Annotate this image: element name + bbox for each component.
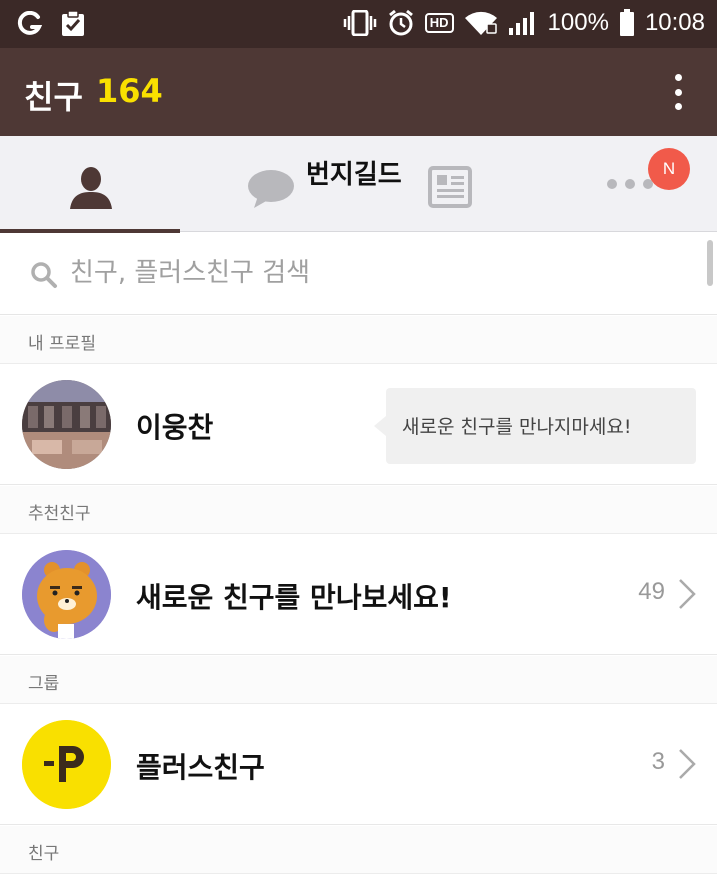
carrier-g-icon [16,11,42,37]
page-title: 친구 [24,78,83,116]
friend-count: 164 [96,72,163,110]
scrollbar[interactable] [707,240,713,286]
ryan-character-icon [22,550,111,639]
status-message: 새로운 친구를 만나지마세요! [402,416,632,438]
plus-friend-logo-icon [22,720,111,809]
hd-voice-icon: HD [424,13,454,33]
alarm-icon [387,9,415,37]
section-label: 추천친구 [28,504,91,524]
avatar [22,720,111,809]
more-vertical-icon[interactable] [673,74,683,110]
status-message-bubble[interactable]: 새로운 친구를 만나지마세요! [374,388,696,464]
section-header-recommended: 추천친구 [0,486,717,534]
section-label: 친구 [28,844,60,864]
section-header-group: 그룹 [0,656,717,704]
profile-name: 이웅찬 [136,411,214,444]
recommended-count: 49 [638,578,665,605]
status-bar: HD 100% 10:08 [0,0,717,48]
chevron-right-icon[interactable] [677,748,697,780]
avatar [22,550,111,639]
app-header: 친구 164 [0,48,717,136]
recommended-friends-row[interactable]: 새로운 친구를 만나보세요! 49 [0,534,717,655]
signal-icon [508,10,538,36]
chat-bubble-icon [248,170,294,208]
battery-percent: 100% [547,9,609,36]
newspaper-icon [428,166,472,208]
person-icon [70,167,112,209]
section-label: 그룹 [28,674,60,694]
chevron-right-icon[interactable] [677,578,697,610]
my-profile-row[interactable]: 이웅찬 새로운 친구를 만나지마세요! [0,364,717,485]
library-photo-icon [22,380,111,469]
section-header-friends: 친구 [0,826,717,874]
section-header-my-profile: 내 프로필 [0,316,717,364]
more-horizontal-icon [607,179,653,189]
plus-friend-group-row[interactable]: 플러스친구 3 [0,704,717,825]
battery-icon [619,9,635,37]
tab-friends[interactable] [0,136,180,233]
search-input[interactable] [70,253,670,293]
wifi-icon [464,10,498,36]
search-icon [31,262,57,288]
clock: 10:08 [644,9,705,36]
clipboard-check-icon [60,10,86,38]
overlay-caption: 번지길드 [306,160,402,190]
tab-more[interactable] [540,136,717,232]
vibrate-icon [343,10,377,36]
new-badge: N [648,148,690,190]
avatar[interactable] [22,380,111,469]
search-bar [0,233,717,315]
group-count: 3 [651,748,665,775]
group-name: 플러스친구 [136,751,265,784]
section-label: 내 프로필 [28,334,96,354]
recommended-text: 새로운 친구를 만나보세요! [136,581,452,614]
tab-bar: 번지길드 [0,136,717,233]
